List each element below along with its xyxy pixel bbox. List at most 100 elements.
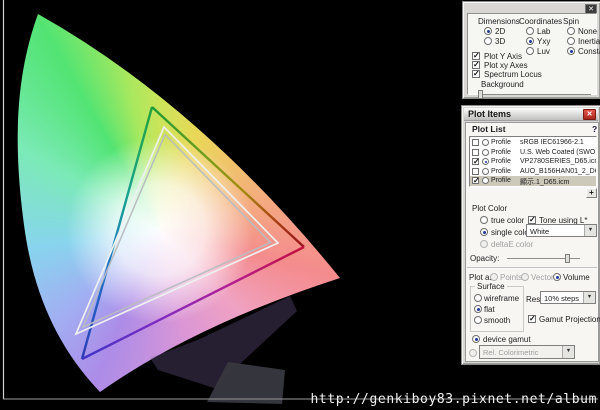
row-radio[interactable] xyxy=(482,139,489,146)
radio-spin-inertia-label: Inertia xyxy=(578,37,600,46)
radio-yxy[interactable] xyxy=(526,37,534,45)
row-checkbox[interactable]: ✓ xyxy=(472,139,479,146)
row-radio[interactable] xyxy=(482,158,489,165)
radio-spin-constant[interactable] xyxy=(567,47,575,55)
check-icon: ✓ xyxy=(529,314,536,323)
checkbox-plot-xy-axes[interactable]: ✓ xyxy=(472,60,480,69)
radio-lab[interactable] xyxy=(526,27,534,35)
row-type: Profile xyxy=(491,139,511,146)
section-divider xyxy=(467,267,597,269)
single-color-value: White xyxy=(530,227,550,236)
row-checkbox[interactable]: ✓ xyxy=(472,167,479,175)
surface-group-label: Surface xyxy=(475,282,507,291)
radio-smooth[interactable] xyxy=(474,316,482,324)
watermark-url: http://genkiboy83.pixnet.net/album xyxy=(310,392,597,407)
white-gamut-triangle-outer xyxy=(74,125,280,336)
plot-items-titlebar[interactable]: Plot Items xyxy=(464,108,598,121)
radio-smooth-label: smooth xyxy=(484,316,511,325)
radio-deltae-color xyxy=(480,240,488,248)
radio-spin-none[interactable] xyxy=(567,27,575,35)
chevron-down-icon[interactable]: ▼ xyxy=(584,225,596,236)
chevron-down-icon[interactable]: ▼ xyxy=(583,292,595,303)
radio-device-gamut-label: device gamut xyxy=(483,335,531,344)
help-icon[interactable]: ? xyxy=(592,125,597,134)
radio-plot-as-vectors xyxy=(521,273,529,281)
view-options-panel: ✕ Dimensions 2D 3D Coordinates Lab Yxy L… xyxy=(462,1,600,99)
radio-plot-as-points xyxy=(490,273,498,281)
row-type: Profile xyxy=(491,177,511,184)
opacity-label: Opacity: xyxy=(470,254,500,263)
white-gamut-triangle-inner xyxy=(81,133,272,329)
radio-spin-inertia[interactable] xyxy=(567,37,575,45)
plot-color-label: Plot Color xyxy=(472,204,508,213)
coordinates-group-label: Coordinates xyxy=(519,17,563,26)
row-checkbox[interactable]: ✓ xyxy=(472,148,479,156)
plot-items-title: Plot Items xyxy=(468,109,512,119)
app-window: http://genkiboy83.pixnet.net/album ✕ Dim… xyxy=(0,0,600,410)
row-profile-name: U.S. Web Coated (SWOP) v2 xyxy=(520,148,596,156)
radio-deltae-color-label: deltaE color xyxy=(491,240,534,249)
plot-list-row[interactable]: ✓ Profile sRGB IEC61966-2.1 xyxy=(470,138,596,148)
radio-yxy-label: Yxy xyxy=(537,37,551,46)
radio-spin-none-label: None xyxy=(578,27,598,36)
radio-luv-label: Luv xyxy=(537,47,550,56)
plot-items-panel: Plot Items ✕ Plot List ? ✓ Profile sRGB … xyxy=(461,105,600,365)
row-type: Profile xyxy=(491,158,511,165)
rendering-intent-select: Rel. Colorimetric ▼ xyxy=(479,345,575,359)
radio-2d[interactable] xyxy=(484,27,492,35)
chevron-down-icon: ▼ xyxy=(562,346,574,358)
row-profile-name: 顯示.1_D65.icm xyxy=(520,179,570,186)
radio-3d-label: 3D xyxy=(495,37,506,46)
check-icon: ✓ xyxy=(529,215,536,224)
row-checkbox[interactable]: ✓ xyxy=(472,157,480,166)
plot-list-row[interactable]: ✓ Profile AUO_B156HAN01_2_D65.icm xyxy=(470,167,596,177)
plot-list-row[interactable]: ✓ Profile VP2780SERIES_D65.icm xyxy=(470,157,596,167)
plot-list[interactable]: ✓ Profile sRGB IEC61966-2.1 ✓ Profile U.… xyxy=(469,136,597,187)
radio-plot-as-points-label: Points xyxy=(500,273,523,282)
radio-flat[interactable] xyxy=(474,305,482,313)
res-value: 10% steps xyxy=(544,294,580,303)
radio-3d[interactable] xyxy=(484,37,492,45)
check-icon: ✓ xyxy=(473,60,480,69)
row-radio[interactable] xyxy=(482,167,489,175)
plot-items-body: Plot List ? ✓ Profile sRGB IEC61966-2.1 … xyxy=(465,122,600,362)
rendering-intent-value: Rel. Colorimetric xyxy=(483,348,539,357)
background-slider-track[interactable] xyxy=(479,94,591,95)
spin-group-label: Spin xyxy=(563,17,580,26)
background-slider-thumb[interactable] xyxy=(478,90,483,99)
plot-list-row[interactable]: ✓ Profile U.S. Web Coated (SWOP) v2 xyxy=(470,148,596,158)
row-radio[interactable] xyxy=(482,148,489,156)
checkbox-plot-xy-axes-label: Plot xy Axes xyxy=(484,61,528,70)
radio-luv[interactable] xyxy=(526,47,534,55)
radio-rendering-intent xyxy=(469,349,477,357)
checkbox-spectrum-locus-label: Spectrum Locus xyxy=(484,70,542,79)
opacity-slider-thumb[interactable] xyxy=(565,254,570,263)
radio-single-color[interactable] xyxy=(480,228,488,236)
checkbox-gamut-projection[interactable]: ✓ xyxy=(528,314,536,323)
radio-plot-as-volume-label: Volume xyxy=(563,273,590,282)
radio-plot-as-volume[interactable] xyxy=(553,273,561,281)
checkbox-plot-y-axis-label: Plot Y Axis xyxy=(484,52,522,61)
close-icon[interactable]: ✕ xyxy=(583,109,596,120)
single-color-select[interactable]: White ▼ xyxy=(526,224,597,237)
res-select[interactable]: 10% steps ▼ xyxy=(540,291,596,304)
checkbox-gamut-projection-label: Gamut Projection xyxy=(539,315,600,324)
checkbox-spectrum-locus[interactable]: ✓ xyxy=(472,69,480,78)
radio-flat-label: flat xyxy=(484,305,495,314)
checkbox-tone-using-l[interactable]: ✓ xyxy=(528,215,536,224)
row-radio[interactable] xyxy=(482,177,489,184)
dimensions-group-label: Dimensions xyxy=(478,17,520,26)
row-profile-name: sRGB IEC61966-2.1 xyxy=(520,139,584,146)
plot-list-label: Plot List xyxy=(472,124,506,134)
radio-wireframe[interactable] xyxy=(474,294,482,302)
row-profile-name: VP2780SERIES_D65.icm xyxy=(520,158,597,165)
row-checkbox[interactable]: ✓ xyxy=(472,176,480,185)
add-profile-button[interactable]: + xyxy=(586,188,597,198)
check-icon: ✓ xyxy=(473,51,480,60)
radio-wireframe-label: wireframe xyxy=(484,294,520,303)
radio-true-color[interactable] xyxy=(480,216,488,224)
radio-spin-constant-label: Constant xyxy=(578,47,600,56)
radio-device-gamut[interactable] xyxy=(472,335,480,343)
checkbox-plot-y-axis[interactable]: ✓ xyxy=(472,51,480,60)
plot-list-row-selected[interactable]: ✓ Profile 顯示.1_D65.icm xyxy=(470,176,596,186)
